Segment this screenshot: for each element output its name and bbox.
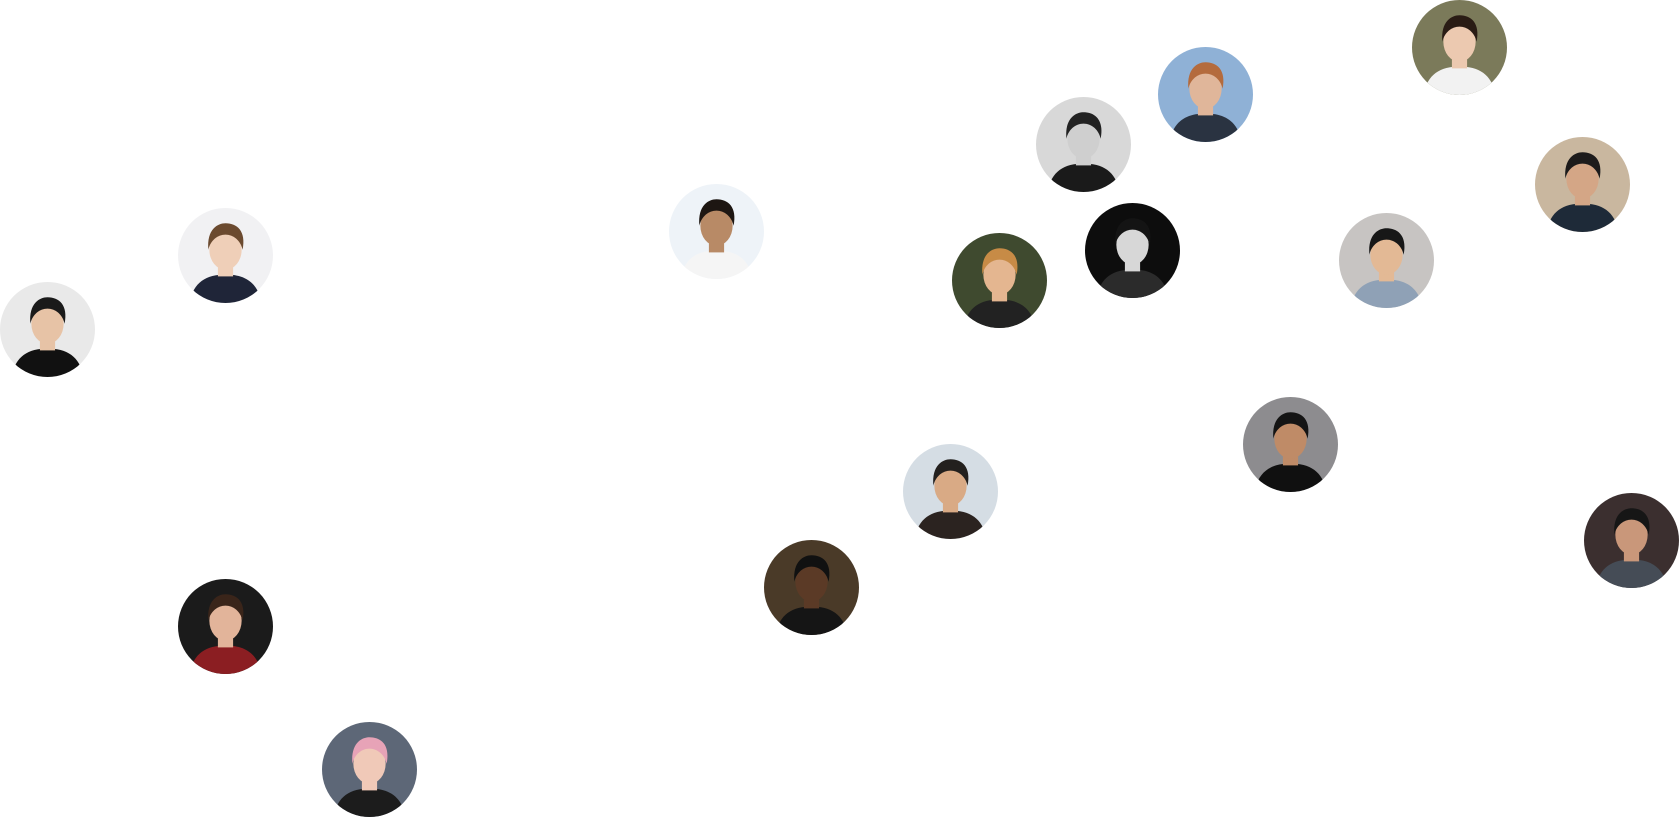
avatar-portrait-graphic <box>0 282 95 377</box>
avatar-man-city-view[interactable] <box>1243 397 1338 492</box>
avatar-portrait-graphic <box>1085 203 1180 298</box>
avatar-man-restaurant[interactable] <box>764 540 859 635</box>
avatar-portrait-graphic <box>952 233 1047 328</box>
avatar-woman-pink-hair[interactable] <box>322 722 417 817</box>
avatar-portrait-graphic <box>1412 0 1507 95</box>
avatar-portrait-graphic <box>1339 213 1434 308</box>
avatar-man-dark-shirt[interactable] <box>1584 493 1679 588</box>
avatar-man-bw-dark[interactable] <box>1085 203 1180 298</box>
avatar-portrait-graphic <box>764 540 859 635</box>
avatar-portrait-graphic <box>903 444 998 539</box>
avatar-man-sunset[interactable] <box>1535 137 1630 232</box>
avatar-man-white-shirt[interactable] <box>669 184 764 279</box>
avatar-man-glasses-neutral[interactable] <box>1339 213 1434 308</box>
avatar-portrait-graphic <box>1535 137 1630 232</box>
avatar-portrait-graphic <box>1158 47 1253 142</box>
avatar-man-window[interactable] <box>903 444 998 539</box>
avatar-portrait-graphic <box>178 208 273 303</box>
avatar-portrait-graphic <box>669 184 764 279</box>
avatar-man-hat-glasses[interactable] <box>0 282 95 377</box>
avatar-portrait-graphic <box>1584 493 1679 588</box>
avatar-cloud <box>0 0 1680 817</box>
avatar-man-bw[interactable] <box>1036 97 1131 192</box>
avatar-portrait-graphic <box>178 579 273 674</box>
avatar-woman-curly[interactable] <box>178 579 273 674</box>
avatar-woman-field[interactable] <box>1412 0 1507 95</box>
avatar-portrait-graphic <box>1036 97 1131 192</box>
avatar-man-sunglasses[interactable] <box>1158 47 1253 142</box>
avatar-portrait-graphic <box>1243 397 1338 492</box>
avatar-man-suit[interactable] <box>178 208 273 303</box>
avatar-portrait-graphic <box>322 722 417 817</box>
avatar-woman-flowers[interactable] <box>952 233 1047 328</box>
